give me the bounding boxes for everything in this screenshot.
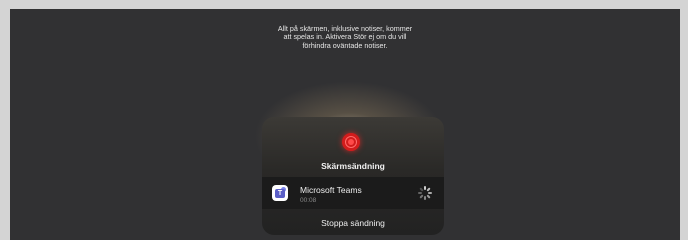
- notice-line-3: förhindra oväntade notiser.: [302, 40, 388, 50]
- screen-broadcast-panel: Skärmsändning T Microsoft Teams 00:08 St…: [262, 117, 444, 235]
- spinner-icon: [418, 186, 432, 200]
- record-dot: [348, 139, 354, 145]
- elapsed-time: 00:08: [300, 197, 317, 204]
- app-name: Microsoft Teams: [300, 185, 362, 195]
- recording-notice: Allt på skärmen, inklusive notiser, komm…: [10, 24, 680, 50]
- teams-icon: T: [272, 185, 288, 201]
- screen: Allt på skärmen, inklusive notiser, komm…: [10, 9, 680, 240]
- broadcast-app-row[interactable]: T Microsoft Teams 00:08: [262, 177, 444, 209]
- teams-icon-letter: T: [275, 189, 285, 198]
- record-icon[interactable]: [342, 133, 360, 151]
- panel-title: Skärmsändning: [321, 161, 385, 171]
- stop-broadcast-button[interactable]: Stoppa sändning: [262, 218, 444, 228]
